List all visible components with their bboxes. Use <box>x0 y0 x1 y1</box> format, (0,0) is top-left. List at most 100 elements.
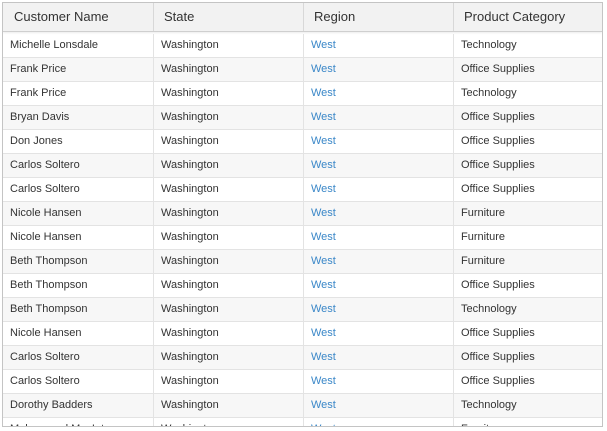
table-row[interactable]: Frank Price Washington West Technology <box>3 82 602 106</box>
region-cell[interactable]: West <box>304 250 454 273</box>
table-row[interactable]: Carlos Soltero Washington West Office Suppl… <box>3 178 602 202</box>
state-cell: Washington <box>154 250 304 273</box>
state-cell: Washington <box>154 202 304 225</box>
customer-name-cell: Carlos Soltero <box>3 346 154 369</box>
customer-name-cell: Michelle Lonsdale <box>3 34 154 57</box>
region-link[interactable]: West <box>311 255 336 267</box>
table-row[interactable]: Don Jones Washington West Office Supplies <box>3 130 602 154</box>
customer-name-cell: Frank Price <box>3 82 154 105</box>
state-cell: Washington <box>154 34 304 57</box>
table-row[interactable]: Beth Thompson Washington West Office Suppli… <box>3 274 602 298</box>
state-cell: Washington <box>154 178 304 201</box>
customer-name-cell: Nicole Hansen <box>3 202 154 225</box>
product-category-cell: Office Supplies <box>461 279 535 291</box>
table-row[interactable]: Michelle Lonsdale Washington West Technolog… <box>3 34 602 58</box>
customer-name-cell: Carlos Soltero <box>3 370 154 393</box>
customer-name-cell: Don Jones <box>3 130 154 153</box>
table-row[interactable]: Carlos Soltero Washington West Office Suppl… <box>3 154 602 178</box>
region-link[interactable]: West <box>311 375 336 387</box>
product-category-cell: Office Supplies <box>461 135 535 147</box>
column-header-product-category[interactable]: Product Category <box>454 3 602 31</box>
region-link[interactable]: West <box>311 39 336 51</box>
customer-name-cell: Bryan Davis <box>3 106 154 129</box>
region-cell[interactable]: West <box>304 178 454 201</box>
customer-name-cell: Beth Thompson <box>3 250 154 273</box>
region-link[interactable]: West <box>311 135 336 147</box>
region-cell[interactable]: West <box>304 298 454 321</box>
table-row[interactable]: Beth Thompson Washington West Furniture <box>3 250 602 274</box>
region-cell[interactable]: West <box>304 82 454 105</box>
region-cell[interactable]: West <box>304 370 454 393</box>
customer-name-cell: Beth Thompson <box>3 298 154 321</box>
product-category-cell: Technology <box>461 87 517 99</box>
region-cell[interactable]: West <box>304 418 454 426</box>
table-row[interactable]: Carlos Soltero Washington West Office Suppl… <box>3 370 602 394</box>
product-category-cell: Furniture <box>461 255 506 267</box>
product-category-cell: Office Supplies <box>461 111 535 123</box>
region-link[interactable]: West <box>311 87 336 99</box>
region-cell[interactable]: West <box>304 130 454 153</box>
region-cell[interactable]: West <box>304 394 454 417</box>
region-link[interactable]: West <box>311 351 336 363</box>
region-link[interactable]: West <box>311 303 336 315</box>
region-link[interactable]: West <box>311 111 336 123</box>
product-category-cell: Technology <box>461 39 517 51</box>
column-header-customer-name[interactable]: Customer Name <box>3 3 154 31</box>
product-category-cell: Technology <box>461 303 517 315</box>
table-row[interactable]: Frank Price Washington West Office Supplies <box>3 58 602 82</box>
customer-name-cell: Nicole Hansen <box>3 322 154 345</box>
table-row[interactable]: Beth Thompson Washington West Technology <box>3 298 602 322</box>
state-cell: Washington <box>154 298 304 321</box>
product-category-cell: Office Supplies <box>461 63 535 75</box>
region-cell[interactable]: West <box>304 34 454 57</box>
product-category-cell: Technology <box>461 399 517 411</box>
product-category-cell: Furniture <box>461 231 506 243</box>
region-cell[interactable]: West <box>304 106 454 129</box>
state-cell: Washington <box>154 58 304 81</box>
region-cell[interactable]: West <box>304 226 454 249</box>
region-cell[interactable]: West <box>304 274 454 297</box>
customer-name-cell: Carlos Soltero <box>3 178 154 201</box>
state-cell: Washington <box>154 322 304 345</box>
product-category-cell: Office Supplies <box>461 159 535 171</box>
region-link[interactable]: West <box>311 231 336 243</box>
region-cell[interactable]: West <box>304 202 454 225</box>
customer-name-cell: Muhammed MacIntyre <box>3 418 154 426</box>
column-header-region[interactable]: Region <box>304 3 454 31</box>
state-cell: Washington <box>154 394 304 417</box>
region-cell[interactable]: West <box>304 346 454 369</box>
state-cell: Washington <box>154 82 304 105</box>
state-cell: Washington <box>154 346 304 369</box>
table-row[interactable]: Carlos Soltero Washington West Office Suppl… <box>3 346 602 370</box>
customer-name-cell: Dorothy Badders <box>3 394 154 417</box>
table-row[interactable]: Nicole Hansen Washington West Furniture <box>3 202 602 226</box>
product-category-cell: Furniture <box>454 418 602 426</box>
region-link[interactable]: West <box>311 423 336 426</box>
customer-name-cell: Nicole Hansen <box>3 226 154 249</box>
region-link[interactable]: West <box>311 207 336 219</box>
region-cell[interactable]: West <box>304 322 454 345</box>
region-link[interactable]: West <box>311 399 336 411</box>
table-row[interactable]: Muhammed MacIntyreWashington West Furnitur… <box>3 418 602 426</box>
region-link[interactable]: West <box>311 327 336 339</box>
region-link[interactable]: West <box>311 183 336 195</box>
data-grid: Customer Name State Region Product Categ… <box>2 2 603 427</box>
customer-name-cell: Carlos Soltero <box>3 154 154 177</box>
state-cell: Washington <box>154 226 304 249</box>
state-cell: Washington <box>154 370 304 393</box>
region-cell[interactable]: West <box>304 154 454 177</box>
customer-name-cell: Frank Price <box>3 58 154 81</box>
product-category-cell: Office Supplies <box>461 183 535 195</box>
region-link[interactable]: West <box>311 63 336 75</box>
table-row[interactable]: Nicole Hansen Washington West Furniture <box>3 226 602 250</box>
state-cell: Washington <box>154 106 304 129</box>
table-row[interactable]: Nicole Hansen Washington West Office Suppli… <box>3 322 602 346</box>
product-category-cell: Office Supplies <box>461 351 535 363</box>
column-header-state[interactable]: State <box>154 3 304 31</box>
table-row[interactable]: Bryan Davis Washington West Office Supplies <box>3 106 602 130</box>
region-link[interactable]: West <box>311 279 336 291</box>
product-category-cell: Furniture <box>461 207 506 219</box>
table-row[interactable]: Dorothy Badders Washington West Technology <box>3 394 602 418</box>
region-link[interactable]: West <box>311 159 336 171</box>
region-cell[interactable]: West <box>304 58 454 81</box>
